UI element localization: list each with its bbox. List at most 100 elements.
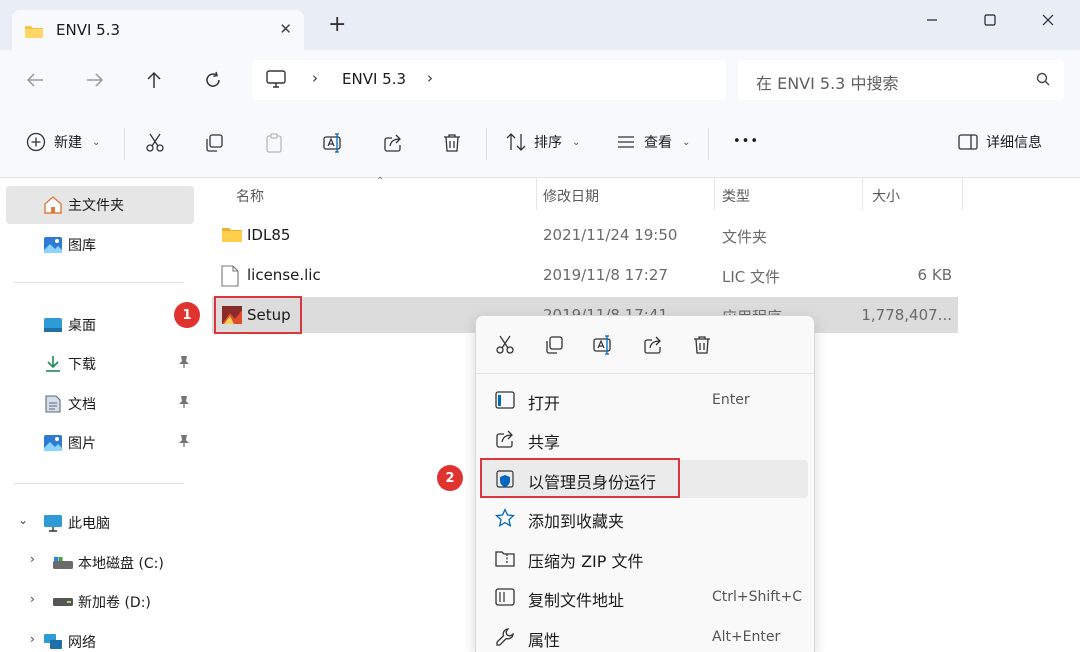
delete-icon[interactable]	[691, 334, 713, 356]
sidebar-item-downloads[interactable]: 下载	[6, 345, 194, 383]
forward-button[interactable]	[82, 67, 108, 93]
column-divider[interactable]	[962, 178, 963, 210]
column-divider[interactable]	[862, 178, 863, 210]
sidebar-item-gallery[interactable]: 图库	[6, 226, 194, 264]
menu-item-shortcut: Alt+Enter	[712, 629, 781, 645]
tab-close-icon[interactable]: ✕	[279, 20, 292, 38]
rename-icon[interactable]	[322, 132, 344, 154]
drive-icon	[52, 553, 74, 573]
breadcrumb-envi[interactable]: ENVI 5.3	[342, 70, 406, 88]
download-icon	[42, 354, 64, 374]
pin-icon[interactable]	[178, 434, 190, 452]
tab-envi[interactable]: ENVI 5.3 ✕	[12, 10, 304, 50]
column-header-type[interactable]: 类型	[722, 186, 750, 206]
divider	[124, 128, 125, 160]
new-button[interactable]: 新建 ⌄	[26, 132, 100, 152]
details-pane-button[interactable]: 详细信息	[958, 132, 1042, 152]
details-pane-icon	[958, 134, 978, 150]
sidebar-item-label: 文档	[68, 397, 96, 413]
column-divider[interactable]	[536, 178, 537, 210]
menu-item-properties[interactable]: 属性 Alt+Enter	[482, 618, 808, 652]
cut-icon[interactable]	[494, 334, 516, 356]
highlight-box	[480, 458, 680, 498]
maximize-button[interactable]	[970, 8, 1010, 32]
menu-item-zip[interactable]: 压缩为 ZIP 文件	[482, 539, 808, 577]
copy-icon[interactable]	[203, 132, 225, 154]
folder-icon	[24, 23, 44, 43]
file-name: license.lic	[247, 266, 321, 284]
pin-icon[interactable]	[178, 355, 190, 373]
search-input[interactable]: 在 ENVI 5.3 中搜索	[756, 70, 898, 94]
sidebar-item-drive-d[interactable]: 新加卷 (D:)	[6, 583, 194, 621]
menu-item-label: 打开	[528, 394, 561, 413]
back-button[interactable]	[22, 67, 48, 93]
sidebar-item-network[interactable]: 网络	[6, 623, 194, 652]
refresh-button[interactable]	[200, 67, 226, 93]
delete-icon[interactable]	[441, 132, 463, 154]
sidebar-item-pictures[interactable]: 图片	[6, 424, 194, 462]
sort-button[interactable]: 排序 ⌄	[506, 132, 580, 152]
sidebar-item-label: 图片	[68, 436, 96, 452]
sidebar-item-label: 主文件夹	[68, 198, 124, 214]
cut-icon[interactable]	[144, 132, 166, 154]
new-tab-button[interactable]: +	[328, 14, 346, 36]
column-header-date[interactable]: 修改日期	[543, 186, 599, 206]
divider	[14, 282, 184, 283]
share-icon	[494, 429, 516, 449]
sidebar-item-documents[interactable]: 文档	[6, 385, 194, 423]
sidebar-item-label: 网络	[68, 635, 96, 651]
view-button[interactable]: 查看 ⌄	[616, 132, 690, 152]
share-icon[interactable]	[642, 334, 664, 356]
breadcrumb-separator-icon[interactable]: ›	[312, 69, 318, 87]
file-type: 文件夹	[722, 228, 768, 246]
folder-icon	[221, 225, 243, 247]
column-header-size[interactable]: 大小	[872, 186, 900, 206]
divider	[708, 128, 709, 160]
sidebar-item-desktop[interactable]: 桌面	[6, 306, 194, 344]
pictures-icon	[42, 433, 64, 453]
address-bar[interactable]: › ENVI 5.3 ›	[252, 60, 726, 100]
sidebar-item-home[interactable]: 主文件夹	[6, 186, 194, 224]
sort-ascending-icon: ⌃	[376, 176, 385, 187]
sidebar-item-label: 此电脑	[68, 516, 110, 532]
paste-icon[interactable]	[263, 132, 285, 154]
search-box[interactable]: 在 ENVI 5.3 中搜索	[738, 60, 1064, 100]
sidebar-item-this-pc[interactable]: 此电脑	[6, 504, 194, 542]
divider	[14, 483, 184, 484]
file-size: 1,778,407...	[861, 306, 952, 324]
search-icon[interactable]	[1036, 72, 1050, 90]
column-divider[interactable]	[714, 178, 715, 210]
network-icon	[42, 632, 64, 652]
more-options-icon[interactable]: •••	[733, 134, 759, 149]
pin-icon[interactable]	[178, 395, 190, 413]
menu-item-label: 复制文件地址	[528, 591, 625, 610]
file-name: IDL85	[247, 226, 291, 244]
copy-icon[interactable]	[543, 334, 565, 356]
column-header-name[interactable]: 名称	[236, 186, 264, 206]
minimize-button[interactable]	[912, 8, 952, 32]
menu-item-open[interactable]: 打开 Enter	[482, 381, 808, 419]
sidebar-item-label: 本地磁盘 (C:)	[78, 556, 164, 572]
desktop-icon	[42, 315, 64, 335]
sidebar-item-drive-c[interactable]: 本地磁盘 (C:)	[6, 544, 194, 582]
add-icon	[26, 132, 46, 152]
table-row[interactable]: license.lic 2019/11/8 17:27 LIC 文件 6 KB	[212, 257, 958, 293]
command-bar: 新建 ⌄ 排序 ⌄ 查看 ⌄ ••• 详细信息	[0, 110, 1080, 178]
menu-item-share[interactable]: 共享	[482, 420, 808, 458]
open-icon	[494, 390, 516, 410]
drive-icon	[52, 592, 74, 612]
menu-item-add-favorites[interactable]: 添加到收藏夹	[482, 499, 808, 537]
zip-icon	[494, 548, 516, 568]
table-row[interactable]: IDL85 2021/11/24 19:50 文件夹	[212, 217, 958, 253]
step-marker: 1	[174, 302, 200, 328]
navigation-bar: › ENVI 5.3 › 在 ENVI 5.3 中搜索	[0, 50, 1080, 110]
close-window-button[interactable]	[1028, 8, 1068, 32]
details-label: 详细信息	[986, 135, 1042, 151]
up-button[interactable]	[141, 67, 167, 93]
star-icon	[494, 508, 516, 528]
rename-icon[interactable]	[592, 334, 614, 356]
chevron-down-icon: ⌄	[92, 136, 101, 148]
share-icon[interactable]	[382, 132, 404, 154]
breadcrumb-separator-icon[interactable]: ›	[427, 69, 433, 87]
menu-item-copy-path[interactable]: 复制文件地址 Ctrl+Shift+C	[482, 578, 808, 616]
